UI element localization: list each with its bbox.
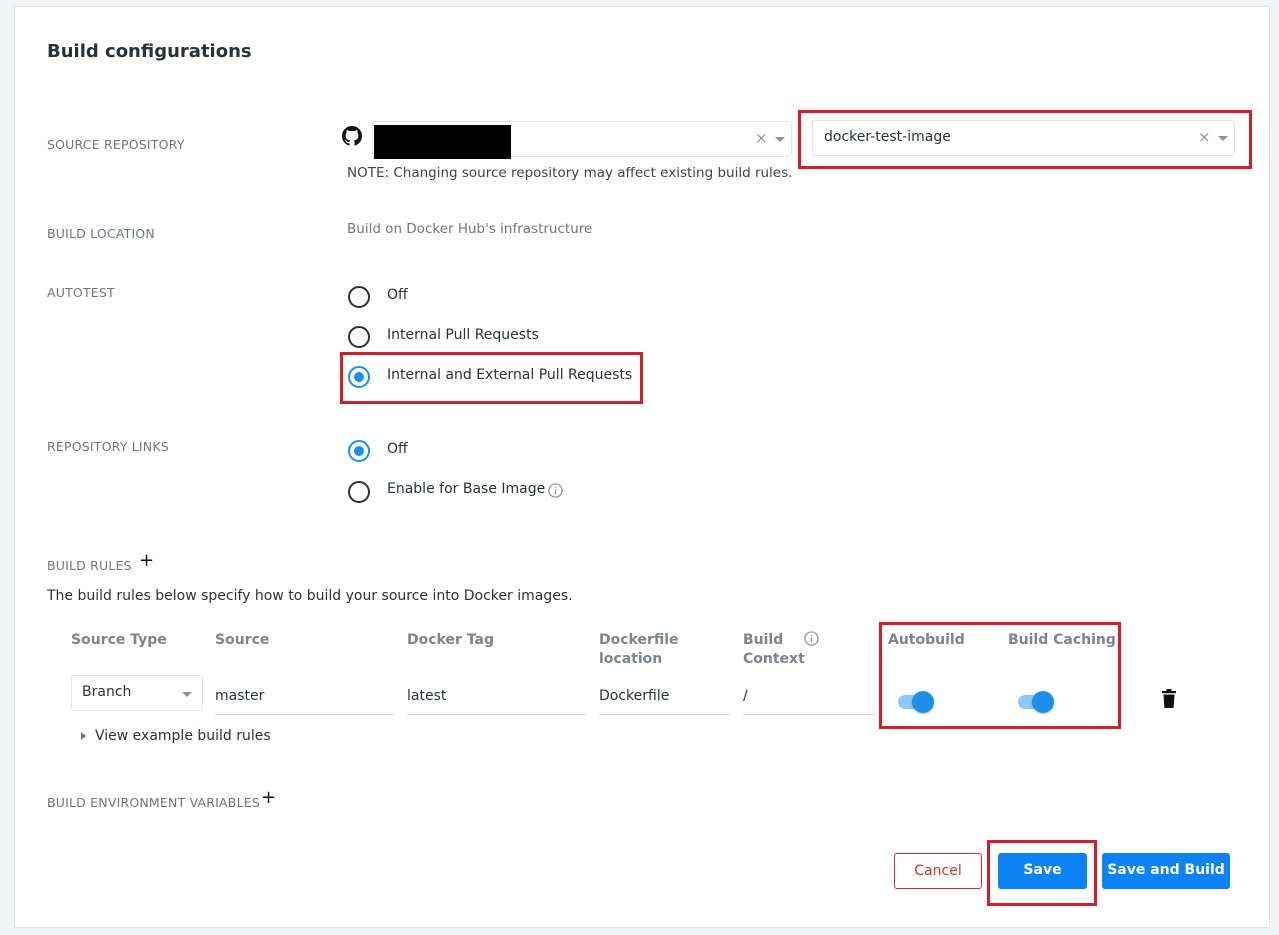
col-docker-tag: Docker Tag — [407, 632, 494, 648]
trash-icon[interactable] — [1161, 689, 1177, 709]
repo-links-base-image-label[interactable]: Enable for Base Image — [387, 481, 545, 497]
autobuild-toggle[interactable] — [898, 691, 934, 713]
source-repository-note: NOTE: Changing source repository may aff… — [347, 165, 793, 181]
build-location-value: Build on Docker Hub's infrastructure — [347, 221, 593, 237]
col-build-context: Build Context — [743, 631, 805, 669]
col-source-type: Source Type — [71, 632, 167, 648]
repository-select[interactable]: docker-test-image × — [812, 120, 1235, 156]
clear-icon[interactable]: × — [1198, 128, 1211, 146]
repo-links-off-radio[interactable] — [348, 440, 370, 462]
autotest-internal-radio[interactable] — [348, 326, 370, 348]
source-type-value: Branch — [82, 684, 132, 700]
col-build-caching: Build Caching — [1008, 632, 1116, 648]
cancel-button[interactable]: Cancel — [894, 853, 982, 889]
view-example-build-rules-link[interactable]: View example build rules — [95, 728, 271, 744]
triangle-right-icon[interactable] — [80, 731, 88, 741]
build-caching-toggle[interactable] — [1018, 691, 1054, 713]
col-build-context-line1: Build — [743, 632, 784, 648]
build-config-card: Build configurations SOURCE REPOSITORY ×… — [14, 6, 1270, 928]
dockerfile-location-input[interactable]: Dockerfile — [599, 688, 731, 715]
source-input[interactable]: master — [215, 688, 395, 715]
chevron-down-icon[interactable] — [1218, 136, 1228, 141]
autotest-internal-label[interactable]: Internal Pull Requests — [387, 327, 539, 343]
autotest-off-label[interactable]: Off — [387, 287, 408, 303]
source-repository-label: SOURCE REPOSITORY — [47, 137, 185, 152]
build-caching-toggle-knob — [1032, 691, 1054, 713]
organization-select[interactable]: × — [372, 121, 792, 159]
info-icon[interactable] — [804, 631, 819, 646]
source-type-select[interactable]: Branch — [71, 675, 203, 711]
col-build-context-line2: Context — [743, 651, 805, 667]
docker-tag-input[interactable]: latest — [407, 688, 587, 715]
autotest-off-radio[interactable] — [348, 286, 370, 308]
redacted-organization — [374, 125, 511, 159]
build-context-input[interactable]: / — [743, 688, 875, 715]
add-build-rule-plus-icon[interactable]: + — [139, 552, 154, 570]
repository-links-label: REPOSITORY LINKS — [47, 439, 169, 454]
col-source: Source — [215, 632, 270, 648]
save-button[interactable]: Save — [998, 853, 1087, 889]
autotest-external-radio[interactable] — [348, 366, 370, 388]
autobuild-toggle-knob — [912, 691, 934, 713]
info-icon[interactable] — [548, 483, 563, 498]
chevron-down-icon — [182, 692, 192, 697]
build-rules-label: BUILD RULES — [47, 558, 132, 573]
save-and-build-button[interactable]: Save and Build — [1102, 853, 1230, 889]
autotest-external-label[interactable]: Internal and External Pull Requests — [387, 367, 632, 383]
add-env-var-plus-icon[interactable]: + — [261, 789, 276, 807]
clear-icon[interactable]: × — [755, 129, 768, 147]
chevron-down-icon[interactable] — [775, 137, 785, 142]
autotest-label: AUTOTEST — [47, 285, 115, 300]
build-env-label: BUILD ENVIRONMENT VARIABLES — [47, 795, 260, 810]
col-dockerfile-location-line2: location — [599, 651, 663, 667]
col-dockerfile-location: Dockerfile location — [599, 631, 679, 669]
repo-links-base-image-radio[interactable] — [348, 481, 370, 503]
build-rules-description: The build rules below specify how to bui… — [47, 588, 573, 604]
repository-select-value: docker-test-image — [824, 129, 951, 145]
build-location-label: BUILD LOCATION — [47, 226, 155, 241]
col-dockerfile-location-line1: Dockerfile — [599, 632, 679, 648]
repo-links-off-label[interactable]: Off — [387, 441, 408, 457]
col-autobuild: Autobuild — [888, 632, 965, 648]
github-icon — [342, 126, 362, 146]
page-title: Build configurations — [47, 41, 252, 62]
